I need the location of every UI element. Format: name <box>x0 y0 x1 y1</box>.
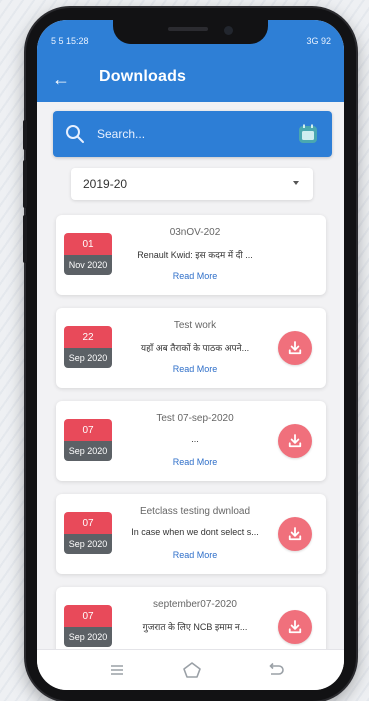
date-day: 22 <box>64 326 112 348</box>
card-description: ... <box>191 434 199 444</box>
date-month: Sep 2020 <box>64 534 112 554</box>
download-button[interactable] <box>278 610 312 644</box>
app-screen: 5 5 15:28 3G 92 ← Downloads Search... 20… <box>37 20 344 690</box>
read-more-link[interactable]: Read More <box>120 550 270 560</box>
download-card[interactable]: 01 Nov 2020 03nOV-202 Renault Kwid: इस क… <box>56 215 326 295</box>
date-badge: 07 Sep 2020 <box>64 419 112 461</box>
page-title: Downloads <box>99 68 187 85</box>
date-day: 07 <box>64 512 112 534</box>
card-title: Test work <box>173 320 217 331</box>
date-day: 07 <box>64 419 112 441</box>
download-icon <box>288 341 302 355</box>
year-dropdown[interactable]: 2019-20 <box>71 168 313 200</box>
read-more-link[interactable]: Read More <box>120 457 270 467</box>
download-button[interactable] <box>278 424 312 458</box>
date-badge: 01 Nov 2020 <box>64 233 112 275</box>
search-bar[interactable]: Search... <box>53 111 332 157</box>
calendar-icon[interactable] <box>296 122 320 146</box>
date-badge: 07 Sep 2020 <box>64 605 112 647</box>
read-more-link[interactable]: Read More <box>120 271 270 281</box>
search-input[interactable]: Search... <box>97 127 145 141</box>
back-nav-icon[interactable] <box>263 660 287 680</box>
phone-notch <box>113 20 268 44</box>
read-more-link[interactable]: Read More <box>120 364 270 374</box>
phone-side-button <box>23 215 27 263</box>
back-button[interactable]: ← <box>49 67 73 91</box>
card-title: Test 07-sep-2020 <box>156 413 234 424</box>
card-description: In case when we dont select s... <box>131 527 259 537</box>
download-icon <box>288 434 302 448</box>
card-description: Renault Kwid: इस कदम में दी ... <box>137 250 253 260</box>
date-day: 07 <box>64 605 112 627</box>
year-selected-value: 2019-20 <box>83 177 128 191</box>
date-badge: 22 Sep 2020 <box>64 326 112 368</box>
recent-apps-icon[interactable] <box>105 660 129 680</box>
download-icon <box>288 527 302 541</box>
download-card[interactable]: 07 Sep 2020 Eetclass testing dwnload In … <box>56 494 326 574</box>
date-badge: 07 Sep 2020 <box>64 512 112 554</box>
date-month: Sep 2020 <box>64 627 112 647</box>
card-title: Eetclass testing dwnload <box>139 506 251 517</box>
card-description: गुजरात के लिए NCB इमाम न... <box>142 622 248 632</box>
status-left: 5 5 15:28 <box>51 36 89 46</box>
card-title: september07-2020 <box>153 599 237 610</box>
date-month: Nov 2020 <box>64 255 112 275</box>
date-day: 01 <box>64 233 112 255</box>
download-card[interactable]: 07 Sep 2020 Test 07-sep-2020 ... Read Mo… <box>56 401 326 481</box>
phone-side-button <box>23 120 27 150</box>
chevron-down-icon <box>293 181 299 185</box>
date-month: Sep 2020 <box>64 441 112 461</box>
speaker <box>168 27 208 31</box>
card-title: 03nOV-202 <box>169 227 221 238</box>
status-right: 3G 92 <box>306 36 331 46</box>
download-button[interactable] <box>278 331 312 365</box>
back-arrow-icon: ← <box>52 69 70 89</box>
date-month: Sep 2020 <box>64 348 112 368</box>
front-camera <box>224 26 233 35</box>
phone-side-button <box>23 160 27 208</box>
download-button[interactable] <box>278 517 312 551</box>
card-description: यहाँ अब तैराकों के पाठक अपने... <box>140 343 250 353</box>
download-icon <box>288 620 302 634</box>
home-icon[interactable] <box>180 660 204 680</box>
search-icon <box>66 125 84 143</box>
system-nav-bar <box>37 649 344 690</box>
download-card[interactable]: 22 Sep 2020 Test work यहाँ अब तैराकों के… <box>56 308 326 388</box>
